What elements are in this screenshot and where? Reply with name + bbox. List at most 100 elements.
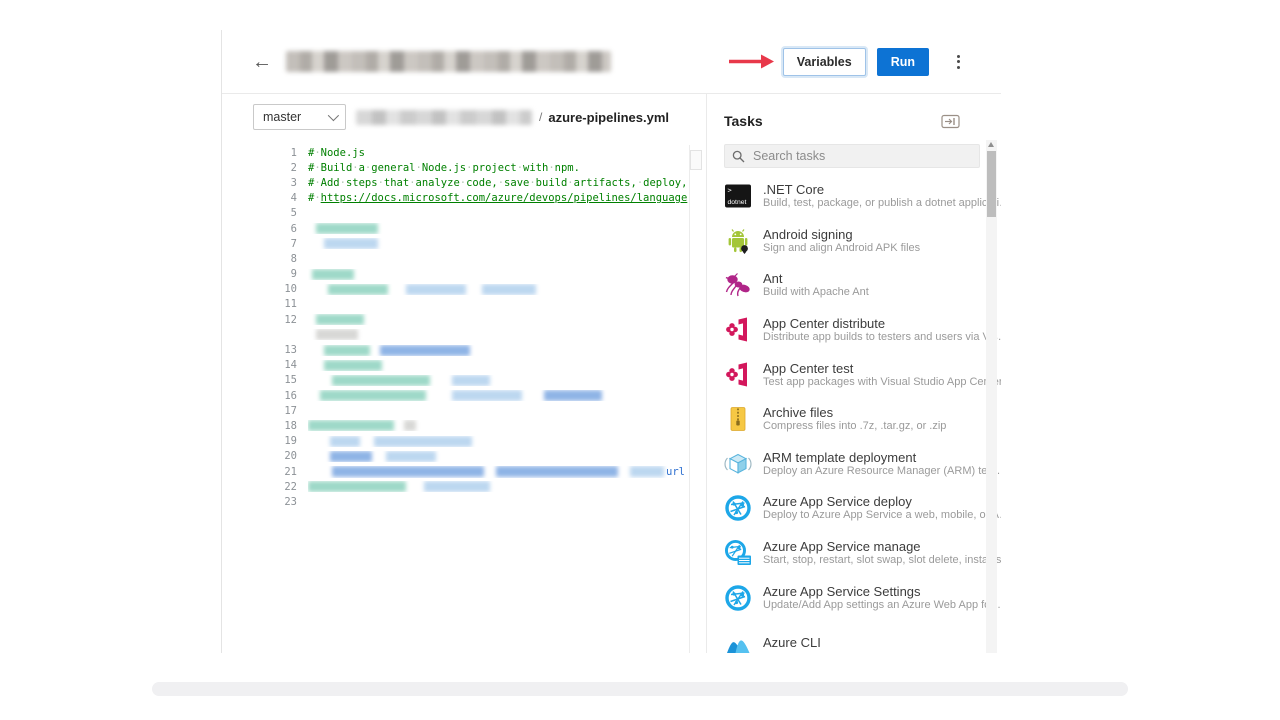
pipeline-editor-window: ← Variables Run master / azure-pipelines… bbox=[221, 30, 1001, 653]
task-item[interactable]: Azure App Service SettingsUpdate/Add App… bbox=[707, 575, 1001, 620]
redacted-code-segment bbox=[330, 451, 372, 462]
collapse-panel-icon[interactable] bbox=[941, 114, 961, 129]
code-token: url bbox=[666, 466, 685, 478]
line-number: 12 bbox=[222, 314, 308, 326]
task-list: >dotnet.NET CoreBuild, test, package, or… bbox=[707, 174, 1001, 653]
azure-globe-icon bbox=[724, 494, 752, 522]
code-line: 8 bbox=[222, 251, 706, 266]
tasks-scrollbar[interactable] bbox=[986, 140, 997, 653]
task-name: App Center test bbox=[763, 361, 1001, 376]
android-icon bbox=[724, 227, 752, 255]
task-name: Azure App Service deploy bbox=[763, 494, 1001, 509]
branch-row: master / azure-pipelines.yml bbox=[222, 94, 706, 140]
variables-button[interactable]: Variables bbox=[783, 48, 866, 76]
code-line: 16 bbox=[222, 388, 706, 403]
code-line: 18 bbox=[222, 418, 706, 433]
task-item[interactable]: AntBuild with Apache Ant bbox=[707, 263, 1001, 308]
line-number: 19 bbox=[222, 435, 308, 447]
redacted-code-segment bbox=[406, 284, 466, 295]
task-description: Deploy to Azure App Service a web, mobil… bbox=[763, 509, 1001, 522]
code-line: 17 bbox=[222, 403, 706, 418]
line-number: 23 bbox=[222, 496, 308, 508]
task-description: Build, test, package, or publish a dotne… bbox=[763, 197, 1001, 210]
dotnet-icon: >dotnet bbox=[724, 182, 752, 210]
search-tasks-input[interactable] bbox=[751, 148, 965, 164]
redacted-code-segment bbox=[308, 420, 394, 431]
redacted-code-segment bbox=[386, 451, 436, 462]
redacted-code-segment bbox=[332, 375, 430, 386]
code-line: 9 bbox=[222, 267, 706, 282]
branch-selector[interactable]: master bbox=[253, 104, 346, 130]
app-center-icon bbox=[724, 316, 752, 344]
search-tasks-box[interactable] bbox=[724, 144, 980, 168]
task-name: ARM template deployment bbox=[763, 450, 1001, 465]
line-number: 14 bbox=[222, 359, 308, 371]
line-number: 20 bbox=[222, 450, 308, 462]
task-item[interactable]: Archive filesCompress files into .7z, .t… bbox=[707, 397, 1001, 442]
azure-globe-icon bbox=[724, 584, 752, 612]
scroll-up-icon[interactable] bbox=[988, 142, 994, 147]
task-name: Android signing bbox=[763, 227, 920, 242]
task-name: App Center distribute bbox=[763, 316, 1001, 331]
task-item[interactable]: Azure CLI bbox=[707, 620, 1001, 653]
task-description: Test app packages with Visual Studio App… bbox=[763, 376, 1001, 389]
redacted-code-segment bbox=[630, 466, 664, 477]
redacted-code-segment bbox=[452, 375, 490, 386]
task-item[interactable]: >dotnet.NET CoreBuild, test, package, or… bbox=[707, 174, 1001, 219]
redacted-code-segment bbox=[328, 284, 388, 295]
redacted-code-segment bbox=[332, 466, 484, 477]
annotation-arrow-icon bbox=[728, 53, 774, 70]
task-name: Ant bbox=[763, 271, 869, 286]
line-number: 5 bbox=[222, 207, 308, 219]
task-item[interactable]: Azure App Service manageStart, stop, res… bbox=[707, 531, 1001, 576]
code-line: 12 bbox=[222, 312, 706, 327]
line-number: 6 bbox=[222, 223, 308, 235]
task-description: Compress files into .7z, .tar.gz, or .zi… bbox=[763, 420, 946, 433]
archive-icon bbox=[724, 405, 752, 433]
line-number: 22 bbox=[222, 481, 308, 493]
scrollbar-thumb[interactable] bbox=[987, 151, 996, 217]
line-number: 13 bbox=[222, 344, 308, 356]
line-number: 3 bbox=[222, 177, 308, 189]
task-description: Build with Apache Ant bbox=[763, 286, 869, 299]
editor-minimap bbox=[690, 150, 702, 170]
ant-icon bbox=[724, 271, 752, 299]
code-editor[interactable]: 1#·Node.js2#·Build·a·general·Node.js·pro… bbox=[222, 140, 706, 510]
redacted-code-segment bbox=[324, 238, 378, 249]
task-item[interactable]: Azure App Service deployDeploy to Azure … bbox=[707, 486, 1001, 531]
redacted-code-segment bbox=[316, 314, 364, 325]
line-number: 15 bbox=[222, 374, 308, 386]
back-arrow-icon[interactable]: ← bbox=[252, 52, 272, 72]
code-line: 15 bbox=[222, 373, 706, 388]
line-number: 16 bbox=[222, 390, 308, 402]
redacted-code-segment bbox=[330, 436, 360, 447]
line-number: 21 bbox=[222, 466, 308, 478]
task-item[interactable]: Android signingSign and align Android AP… bbox=[707, 219, 1001, 264]
run-button[interactable]: Run bbox=[877, 48, 929, 76]
redacted-code-segment bbox=[312, 269, 354, 280]
line-number: 8 bbox=[222, 253, 308, 265]
task-name: Archive files bbox=[763, 405, 946, 420]
branch-name: master bbox=[263, 110, 301, 124]
task-item[interactable]: ARM template deploymentDeploy an Azure R… bbox=[707, 442, 1001, 487]
tasks-panel-title: Tasks bbox=[724, 113, 763, 129]
redacted-code-segment bbox=[424, 481, 490, 492]
code-line: 19 bbox=[222, 434, 706, 449]
redacted-code-segment bbox=[482, 284, 536, 295]
code-line: 6 bbox=[222, 221, 706, 236]
path-separator: / bbox=[539, 110, 542, 124]
more-options-icon[interactable] bbox=[951, 53, 965, 71]
task-item[interactable]: App Center testTest app packages with Vi… bbox=[707, 352, 1001, 397]
task-item[interactable]: App Center distributeDistribute app buil… bbox=[707, 308, 1001, 353]
code-line bbox=[222, 327, 706, 342]
line-number: 11 bbox=[222, 298, 308, 310]
task-name: Azure CLI bbox=[763, 635, 821, 650]
file-name: azure-pipelines.yml bbox=[548, 110, 669, 125]
app-center-icon bbox=[724, 361, 752, 389]
horizontal-scrollbar-track[interactable] bbox=[152, 682, 1128, 696]
task-description: Deploy an Azure Resource Manager (ARM) t… bbox=[763, 465, 1001, 478]
code-line: 5 bbox=[222, 206, 706, 221]
redacted-code-segment bbox=[320, 390, 426, 401]
tasks-panel-header: Tasks bbox=[707, 94, 1001, 129]
redacted-code-segment bbox=[404, 420, 416, 431]
